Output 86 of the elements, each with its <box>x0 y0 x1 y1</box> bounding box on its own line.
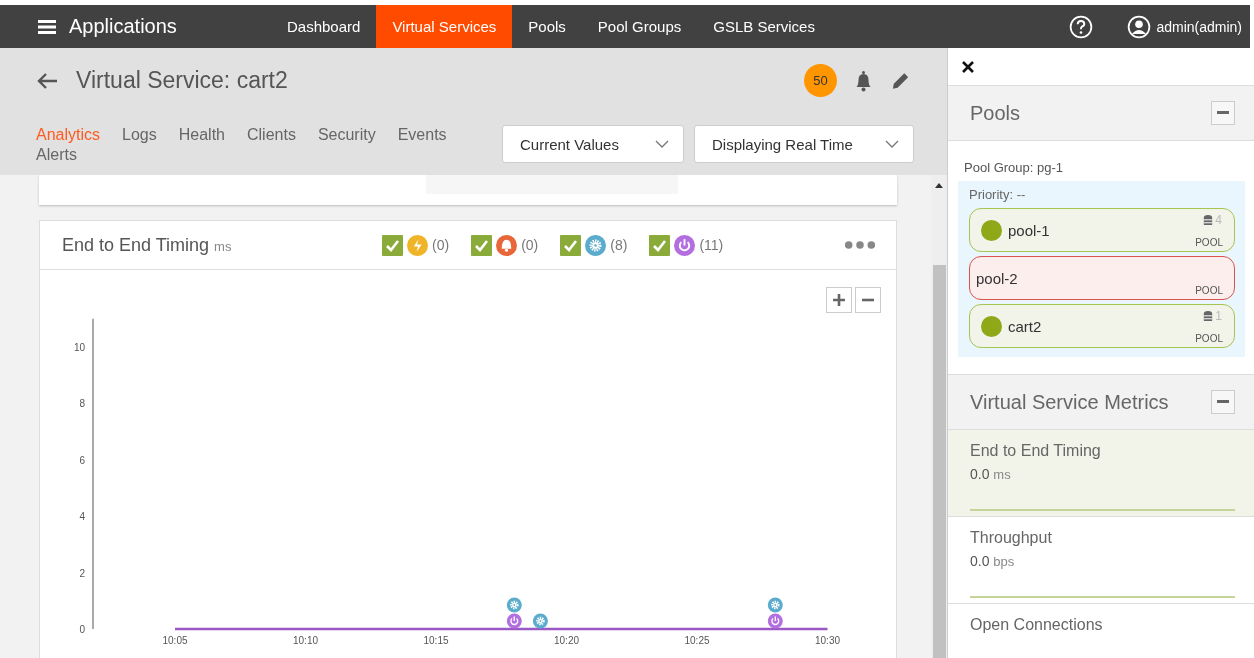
server-icon <box>1202 311 1215 321</box>
power-icon[interactable] <box>506 613 522 629</box>
user-icon[interactable] <box>1127 14 1152 39</box>
metric-tile[interactable]: End to End Timing 0.0 ms <box>948 430 1254 517</box>
back-arrow-icon[interactable] <box>36 71 58 90</box>
plus-icon <box>833 294 845 306</box>
tab[interactable]: Health <box>178 125 247 145</box>
gear-icon[interactable] <box>767 597 783 613</box>
x-tick-label: 10:05 <box>162 635 188 646</box>
tab[interactable]: Clients <box>247 125 318 145</box>
x-tick-label: 10:30 <box>815 635 840 646</box>
metric-value: 0.0 bps <box>970 553 1016 569</box>
scroll-up-arrow-icon[interactable] <box>935 183 943 188</box>
metric-name: Open Connections <box>970 616 1104 634</box>
collapse-button[interactable] <box>1211 101 1235 125</box>
nav-tab[interactable]: Pools <box>512 5 582 48</box>
dropdown[interactable]: Displaying Real Time <box>694 125 914 163</box>
metric-name: Throughput <box>970 529 1053 547</box>
metric-tile[interactable]: Throughput 0.0 bps <box>948 517 1254 604</box>
power-icon[interactable] <box>767 613 783 629</box>
pool-name: cart2 <box>1008 317 1042 335</box>
minus-icon <box>1217 111 1229 115</box>
nav-tab[interactable]: Dashboard <box>271 5 377 48</box>
pool-name: pool-1 <box>1008 221 1050 239</box>
metric-name: End to End Timing <box>970 442 1102 460</box>
close-icon[interactable] <box>962 60 974 73</box>
pool-name: pool-2 <box>976 269 1018 287</box>
app-title: Applications <box>69 15 177 38</box>
scrollbar[interactable] <box>931 175 947 658</box>
priority-label: Priority: -- <box>969 187 1027 202</box>
tab[interactable]: Security <box>317 125 398 145</box>
x-tick-label: 10:10 <box>293 635 318 646</box>
pool-tag: POOL <box>1195 237 1223 248</box>
event-count: (0) <box>521 237 539 253</box>
chevron-down-icon <box>885 140 899 148</box>
gear-icon[interactable] <box>532 613 548 629</box>
user-name[interactable]: admin(admin) <box>1156 18 1242 35</box>
server-count: 1 <box>1215 309 1222 323</box>
gear-icon[interactable] <box>506 597 522 613</box>
x-tick-label: 10:25 <box>684 635 710 646</box>
status-dot <box>981 219 1002 241</box>
pool-card[interactable]: cart2 1 POOL <box>969 304 1235 348</box>
tab[interactable]: Events <box>397 125 469 145</box>
y-tick-label: 2 <box>79 567 85 579</box>
pool-group-label: Pool Group: pg-1 <box>964 160 1064 175</box>
nav-tab[interactable]: GSLB Services <box>697 5 831 48</box>
tab[interactable]: Logs <box>122 125 179 145</box>
minus-icon <box>1217 400 1229 404</box>
y-tick-label: 6 <box>79 454 85 466</box>
section-title: Pools <box>970 101 1021 125</box>
x-tick-label: 10:20 <box>554 635 579 646</box>
metric-value: 0.0 ms <box>970 466 1012 482</box>
pool-card[interactable]: pool-1 4 POOL <box>969 208 1235 252</box>
event-count: (11) <box>699 237 724 253</box>
zoom-out-button[interactable] <box>855 287 881 313</box>
y-tick-label: 0 <box>79 624 85 635</box>
y-tick-label: 10 <box>73 342 85 353</box>
more-icon[interactable] <box>844 240 876 250</box>
event-count: (8) <box>610 237 628 253</box>
metric-tile[interactable]: Open Connections <box>948 604 1254 658</box>
section-title: Virtual Service Metrics <box>970 390 1169 414</box>
checkbox[interactable] <box>560 234 582 256</box>
nav-tab[interactable]: Pool Groups <box>581 5 698 48</box>
pool-tag: POOL <box>1195 333 1223 344</box>
y-tick-label: 8 <box>79 398 85 410</box>
status-dot <box>981 315 1002 337</box>
dropdown[interactable]: Current Values <box>502 125 684 163</box>
server-count: 4 <box>1215 213 1222 227</box>
help-icon[interactable] <box>1069 14 1094 39</box>
event-count: (0) <box>432 237 450 253</box>
zoom-in-button[interactable] <box>826 287 852 313</box>
pool-tag: POOL <box>1195 285 1223 296</box>
collapse-button[interactable] <box>1211 390 1235 414</box>
pool-card[interactable]: pool-2 POOL <box>969 256 1235 300</box>
alert-count-badge[interactable]: 50 <box>804 64 837 97</box>
chevron-down-icon <box>655 140 669 148</box>
checkbox[interactable] <box>649 234 671 256</box>
tab[interactable]: Alerts <box>36 145 99 165</box>
checkbox[interactable] <box>471 234 493 256</box>
checkbox[interactable] <box>382 234 403 256</box>
menu-icon[interactable] <box>38 19 56 34</box>
chart-title: End to End Timing ms <box>62 234 233 256</box>
page-title: Virtual Service: cart2 <box>76 67 288 94</box>
x-tick-label: 10:15 <box>423 635 449 646</box>
server-icon <box>1202 215 1215 225</box>
y-tick-label: 4 <box>79 511 85 523</box>
